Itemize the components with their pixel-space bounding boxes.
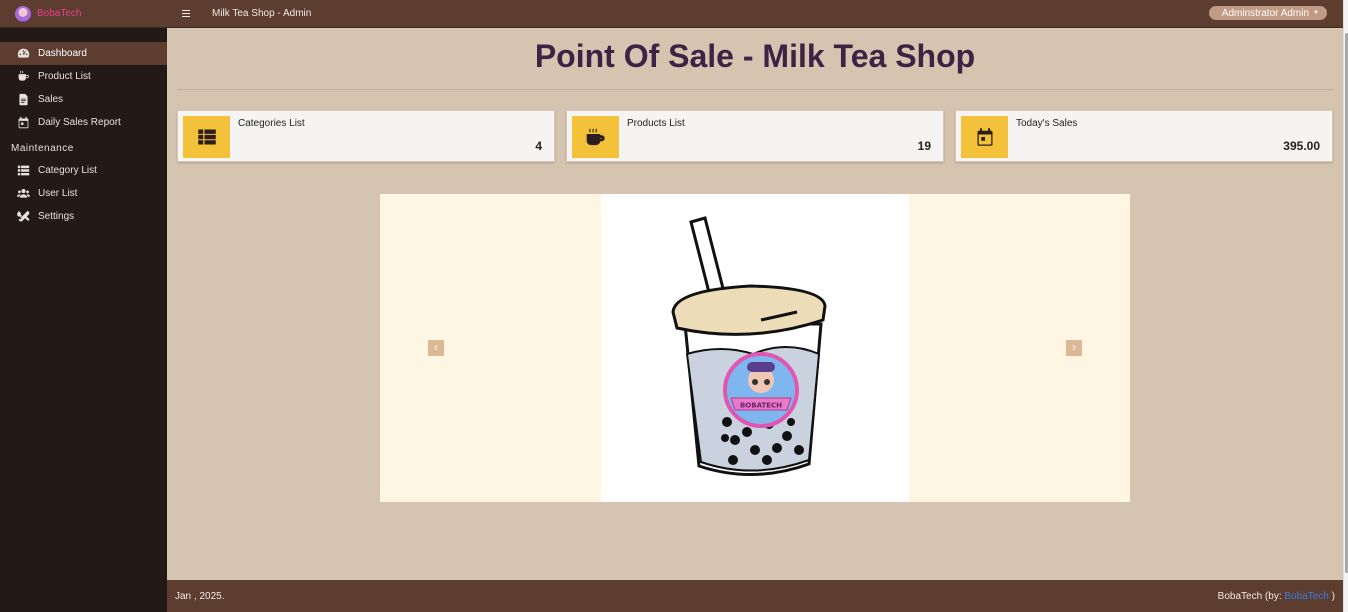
sidebar-item-label: Category List: [38, 165, 97, 176]
footer-credit-prefix: BobaTech (by:: [1217, 590, 1282, 602]
footer-credit-link[interactable]: BobaTech: [1284, 591, 1328, 602]
card-label: Products List: [627, 118, 685, 129]
sidebar-item-daily-sales-report[interactable]: Daily Sales Report: [0, 111, 167, 134]
card-label: Categories List: [238, 118, 305, 129]
calendar-icon: [16, 116, 30, 130]
card-value: 395.00: [1283, 139, 1320, 153]
card-value: 4: [535, 139, 542, 153]
sidebar-item-user-list[interactable]: User List: [0, 182, 167, 205]
sidebar-item-label: User List: [38, 188, 78, 199]
sidebar-item-sales[interactable]: Sales: [0, 88, 167, 111]
card-todays-sales[interactable]: Today's Sales 395.00: [955, 110, 1333, 162]
carousel-slide: BOBATECH: [601, 194, 909, 502]
coffee-icon: [16, 70, 30, 84]
main-content: Point Of Sale - Milk Tea Shop Categories…: [167, 28, 1343, 580]
brand-name: BobaTech: [37, 8, 82, 19]
tools-icon: [16, 210, 30, 224]
receipt-icon: [16, 93, 30, 107]
sidebar-item-category-list[interactable]: Category List: [0, 159, 167, 182]
carousel-next-button[interactable]: ›: [1066, 340, 1082, 356]
card-value: 19: [917, 139, 931, 153]
image-carousel: BOBATECH ‹ ›: [380, 194, 1130, 502]
card-products[interactable]: Products List 19: [566, 110, 944, 162]
caret-down-icon: ▼: [1313, 10, 1319, 16]
users-icon: [16, 187, 30, 201]
mug-icon: [572, 116, 619, 158]
card-categories[interactable]: Categories List 4: [177, 110, 555, 162]
chevron-right-icon: ›: [1072, 340, 1076, 354]
th-list-icon: [183, 116, 230, 158]
sidebar-item-dashboard[interactable]: Dashboard: [0, 42, 167, 65]
sidebar-item-label: Settings: [38, 211, 75, 222]
sidebar-item-label: Daily Sales Report: [38, 117, 121, 128]
brand-logo-icon: [15, 5, 31, 22]
badge-logo-text: BOBATECH: [740, 402, 782, 410]
footer-credit: BobaTech (by: BobaTech ): [1218, 591, 1335, 602]
info-cards: Categories List 4 Products List 19 Today…: [177, 110, 1333, 162]
sidebar-item-label: Sales: [38, 94, 64, 105]
page-title: Point Of Sale - Milk Tea Shop: [534, 38, 976, 74]
dashboard-icon: [16, 47, 30, 61]
boba-cup-image: BOBATECH: [671, 216, 827, 477]
carousel-prev-button[interactable]: ‹: [428, 340, 444, 356]
sidebar-item-label: Dashboard: [38, 48, 87, 59]
divider: [177, 89, 1333, 90]
calendar-icon: [961, 116, 1008, 158]
card-label: Today's Sales: [1016, 118, 1078, 129]
footer-date: Jan , 2025.: [175, 590, 225, 602]
sidebar-item-label: Product List: [38, 71, 91, 82]
sidebar-nav: Dashboard Product List Sales Daily Sales…: [0, 28, 167, 228]
chevron-left-icon: ‹: [434, 340, 438, 354]
footer-credit-suffix: ): [1331, 590, 1335, 602]
menu-toggle-icon[interactable]: [182, 10, 196, 17]
sidebar-section-maintenance: Maintenance: [11, 142, 74, 154]
app-title: Milk Tea Shop - Admin: [212, 8, 312, 19]
page-scrollbar[interactable]: [1343, 0, 1348, 612]
footer: Jan , 2025. BobaTech (by: BobaTech ): [167, 580, 1343, 612]
sidebar-item-product-list[interactable]: Product List: [0, 65, 167, 88]
sidebar: BobaTech Dashboard Product List Sales Da…: [0, 0, 167, 612]
user-menu-button[interactable]: Adminstrator Admin ▼: [1208, 6, 1327, 20]
list-icon: [16, 164, 30, 178]
topbar: Milk Tea Shop - Admin Adminstrator Admin…: [167, 0, 1343, 28]
sidebar-item-settings[interactable]: Settings: [0, 205, 167, 228]
user-menu-label: Adminstrator Admin: [1221, 7, 1310, 19]
brand[interactable]: BobaTech: [0, 0, 167, 28]
